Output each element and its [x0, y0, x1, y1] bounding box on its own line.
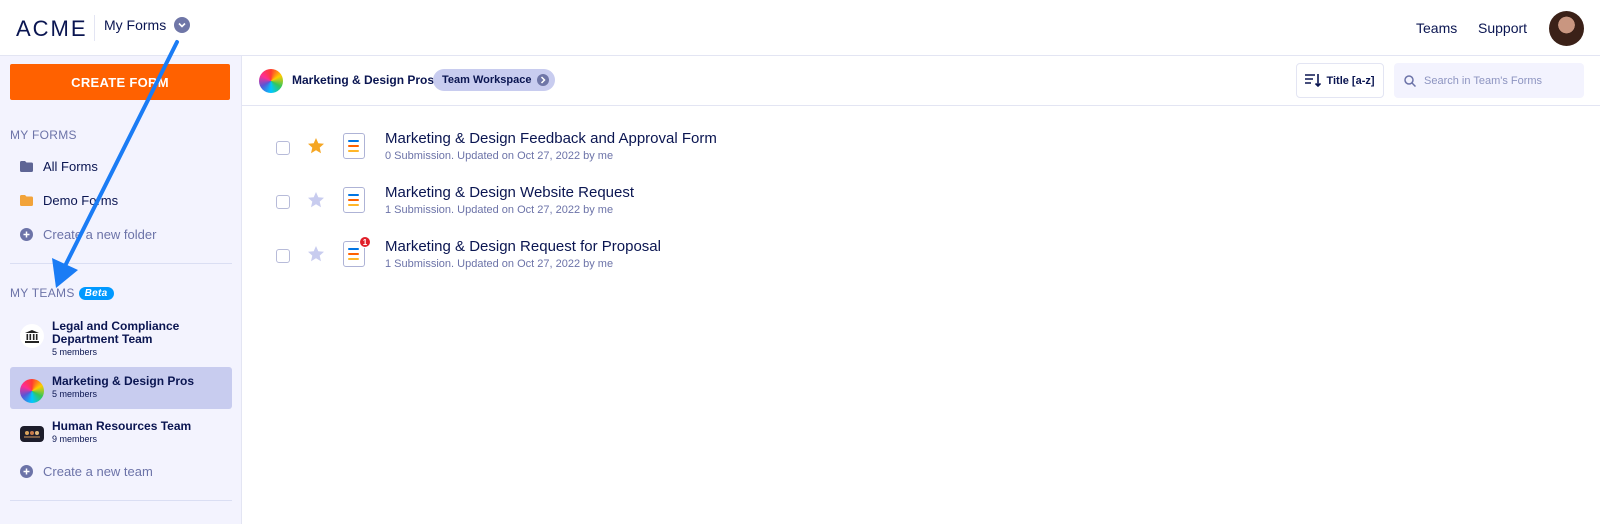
- my-forms-label: My Forms: [104, 17, 167, 33]
- create-team-button[interactable]: Create a new team: [20, 464, 153, 479]
- team-members-count: 5 members: [52, 389, 98, 399]
- team-members-count: 9 members: [52, 434, 98, 444]
- create-team-label: Create a new team: [43, 464, 153, 479]
- plus-circle-icon: [20, 465, 33, 478]
- acme-logo[interactable]: ACME: [16, 16, 88, 42]
- select-checkbox[interactable]: [276, 141, 290, 155]
- star-icon[interactable]: [307, 191, 325, 209]
- form-title[interactable]: Marketing & Design Request for Proposal: [385, 238, 661, 255]
- select-checkbox[interactable]: [276, 195, 290, 209]
- sidebar-divider: [10, 500, 232, 501]
- logo-divider: [94, 15, 95, 41]
- sidebar-item-demo-forms[interactable]: Demo Forms: [20, 193, 118, 208]
- team-members-count: 5 members: [52, 347, 98, 357]
- select-checkbox[interactable]: [276, 249, 290, 263]
- form-meta: 1 Submission. Updated on Oct 27, 2022 by…: [385, 204, 614, 216]
- color-wheel-icon: [20, 379, 44, 403]
- sort-label: Title [a-z]: [1326, 74, 1375, 87]
- team-name: Human Resources Team: [52, 419, 192, 433]
- star-icon[interactable]: [307, 245, 325, 263]
- form-title[interactable]: Marketing & Design Website Request: [385, 184, 634, 201]
- chevron-right-icon: [537, 74, 550, 86]
- create-folder-label: Create a new folder: [43, 227, 157, 242]
- user-avatar[interactable]: [1549, 11, 1584, 46]
- team-item-hr[interactable]: Human Resources Team 9 members: [10, 412, 232, 452]
- chevron-down-icon: [174, 17, 191, 33]
- form-meta: 1 Submission. Updated on Oct 27, 2022 by…: [385, 258, 614, 270]
- form-list-item[interactable]: Marketing & Design Website Request 1 Sub…: [275, 184, 1575, 224]
- form-icon: [343, 133, 365, 159]
- plus-circle-icon: [20, 228, 33, 241]
- nav-teams-link[interactable]: Teams: [1416, 20, 1457, 36]
- my-forms-dropdown[interactable]: My Forms: [104, 17, 191, 33]
- form-list-item[interactable]: Marketing & Design Feedback and Approval…: [275, 130, 1575, 170]
- my-teams-section-title: MY TEAMS Beta: [10, 286, 114, 300]
- my-teams-label: MY TEAMS: [10, 286, 75, 300]
- beta-badge: Beta: [78, 287, 114, 300]
- search-icon: [1404, 74, 1416, 87]
- form-meta: 0 Submission. Updated on Oct 27, 2022 by…: [385, 150, 614, 162]
- team-item-legal[interactable]: Legal and Compliance Department Team 5 m…: [10, 312, 232, 365]
- team-workspace-button[interactable]: Team Workspace: [433, 69, 556, 91]
- nav-support-link[interactable]: Support: [1478, 20, 1527, 36]
- folder-icon: [20, 195, 33, 206]
- top-bar: ACME My Forms Teams Support: [0, 0, 1600, 56]
- sidebar-item-label: All Forms: [43, 159, 98, 174]
- sort-button[interactable]: Title [a-z]: [1296, 63, 1384, 98]
- workspace-name: Marketing & Design Pros: [292, 73, 435, 87]
- sidebar-divider: [10, 263, 232, 264]
- workspace-bar: Marketing & Design Pros Team Workspace T…: [242, 56, 1600, 106]
- search-box: [1394, 63, 1584, 98]
- team-workspace-label: Team Workspace: [442, 74, 532, 86]
- team-name: Marketing & Design Pros: [52, 374, 195, 388]
- form-title[interactable]: Marketing & Design Feedback and Approval…: [385, 130, 717, 147]
- color-wheel-icon: [259, 69, 283, 93]
- sidebar-item-all-forms[interactable]: All Forms: [20, 159, 98, 174]
- form-list-item[interactable]: 1 Marketing & Design Request for Proposa…: [275, 236, 1575, 278]
- folder-icon: [20, 161, 33, 172]
- team-item-marketing[interactable]: Marketing & Design Pros 5 members: [10, 367, 232, 409]
- hr-team-icon: [20, 426, 44, 442]
- notification-badge: 1: [359, 236, 371, 248]
- star-icon[interactable]: [307, 137, 325, 155]
- create-folder-button[interactable]: Create a new folder: [20, 227, 156, 242]
- form-icon: [343, 187, 365, 213]
- my-forms-section-title: MY FORMS: [10, 128, 77, 142]
- sidebar-item-label: Demo Forms: [43, 193, 119, 208]
- search-input[interactable]: [1424, 74, 1574, 87]
- team-name: Legal and Compliance Department Team: [52, 319, 180, 346]
- courthouse-icon: [20, 324, 44, 348]
- sort-icon: [1305, 74, 1322, 87]
- create-form-button[interactable]: CREATE FORM: [10, 64, 230, 100]
- sidebar: CREATE FORM MY FORMS All Forms Demo Form…: [0, 56, 242, 524]
